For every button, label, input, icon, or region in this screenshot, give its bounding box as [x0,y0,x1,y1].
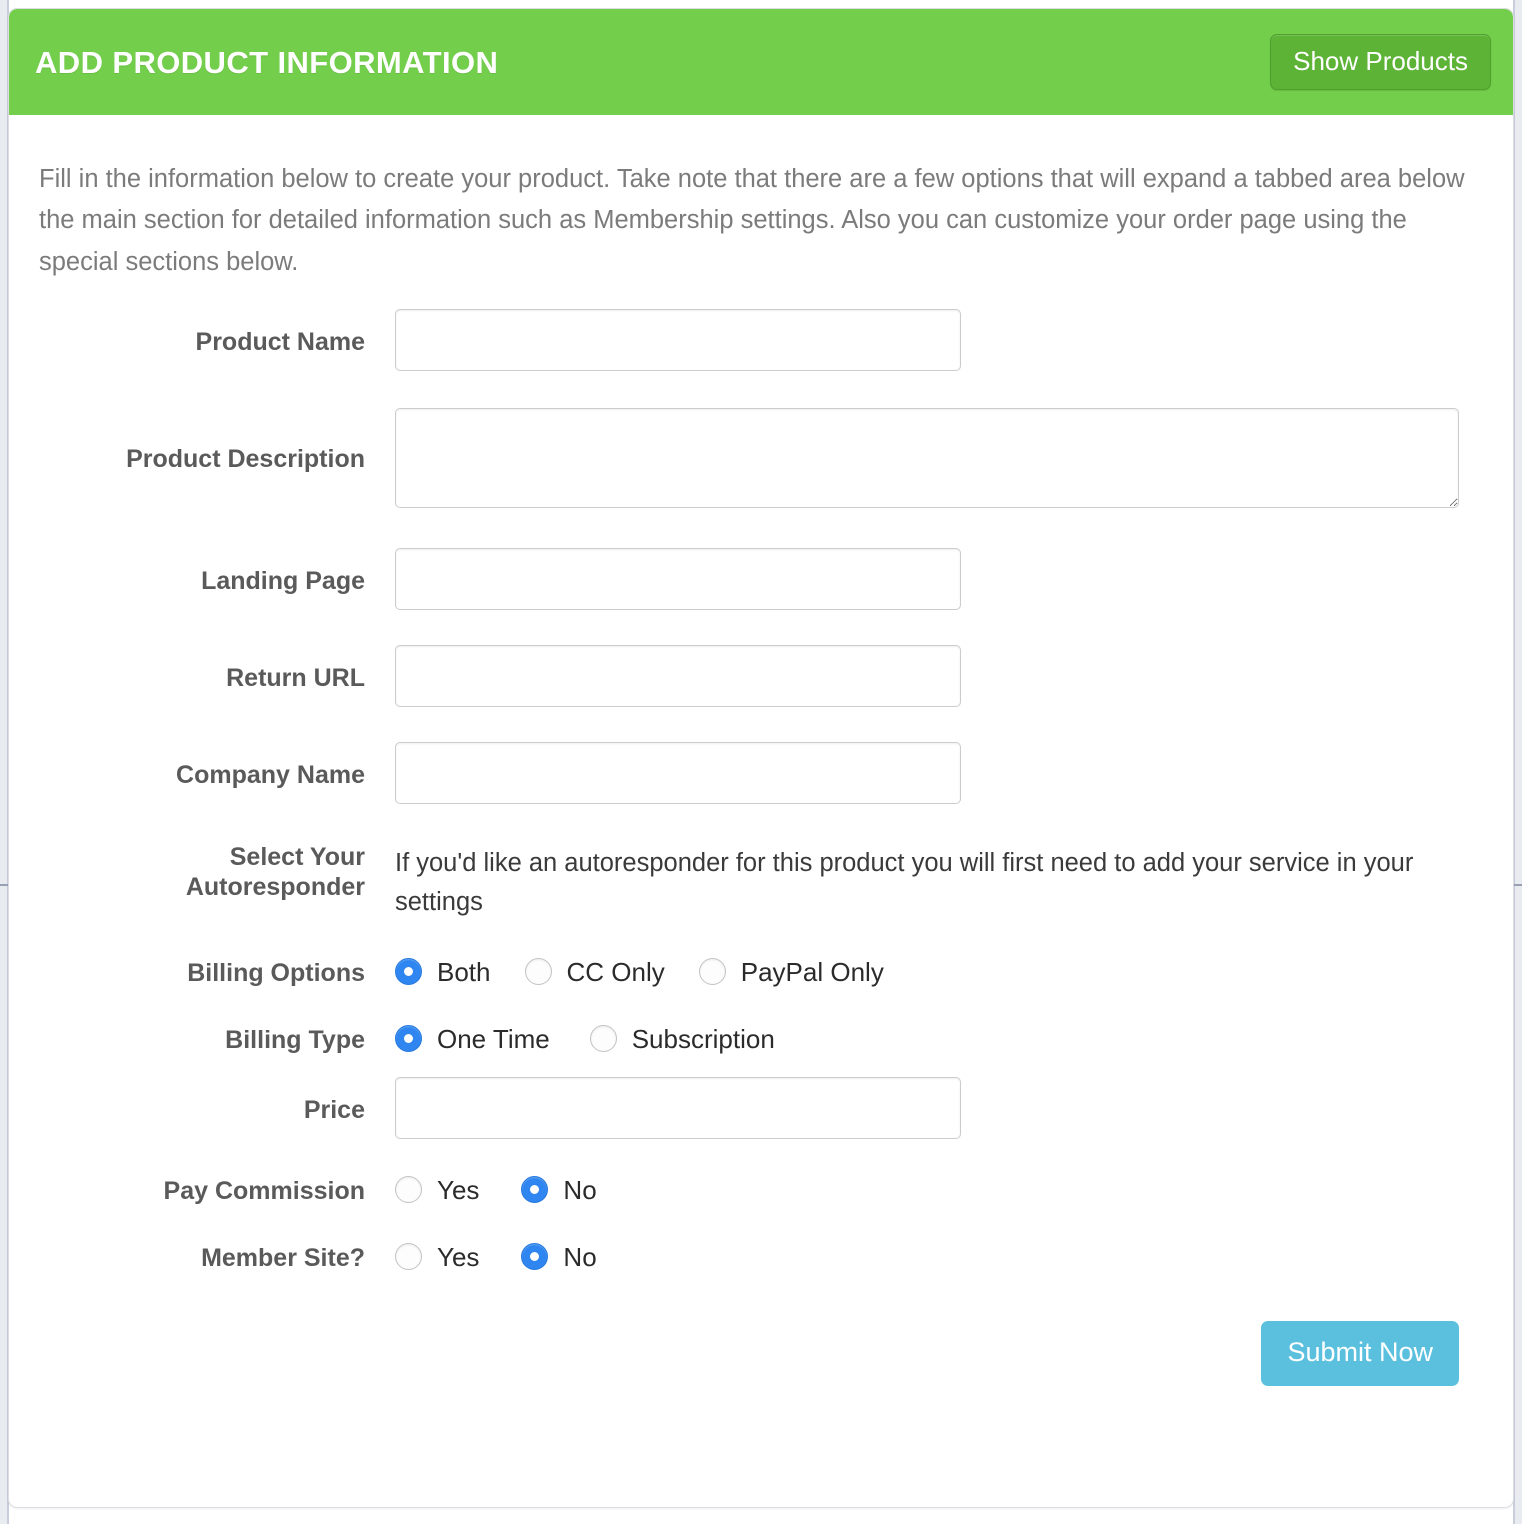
radio-dot-icon[interactable] [395,1176,422,1204]
product-name-input[interactable] [395,308,961,371]
form-row-pay-commission: Pay Commission Yes No [39,1174,1483,1206]
label-price: Price [303,1096,365,1125]
radio-dot-icon[interactable] [395,958,422,986]
radio-billing-type-subscription[interactable]: Subscription [589,1023,775,1054]
form-row-member-site: Member Site? Yes No [39,1241,1483,1273]
field-col-product-name [395,308,1483,371]
field-col-price [395,1077,1483,1140]
radio-member-site-yes[interactable]: Yes [395,1241,480,1272]
radio-billing-options-cc-only[interactable]: CC Only [524,956,665,987]
intro-paragraph: Fill in the information below to create … [39,165,1465,276]
radio-label: One Time [437,1023,550,1054]
label-billing-type: Billing Type [225,1026,365,1055]
field-col-landing-page [395,547,1483,610]
field-col-autoresponder: If you'd like an autoresponder for this … [395,842,1483,922]
label-autoresponder: Select Your Autoresponder [39,842,395,902]
panel-header: ADD PRODUCT INFORMATION Show Products [9,9,1513,115]
label-product-description: Product Description [126,444,365,473]
radio-pay-commission-yes[interactable]: Yes [395,1174,480,1205]
form-row-product-description: Product Description [39,407,1483,508]
label-billing-options: Billing Options [187,959,365,988]
form-row-price: Price [39,1077,1483,1140]
label-product-name: Product Name [195,327,365,356]
page-right-edge-tick [1513,884,1522,886]
label-member-site: Member Site? [201,1244,365,1273]
field-col-member-site: Yes No [395,1241,1483,1272]
radio-group-member-site: Yes No [395,1241,1483,1272]
label-autoresponder-line1: Select Your [229,842,365,871]
radio-member-site-no[interactable]: No [521,1241,597,1272]
radio-label: Yes [437,1174,480,1205]
radio-dot-icon[interactable] [589,1025,617,1053]
radio-dot-icon[interactable] [698,958,726,986]
radio-label: Subscription [631,1023,775,1054]
radio-dot-icon[interactable] [521,1176,549,1204]
submit-now-button[interactable]: Submit Now [1261,1321,1459,1387]
autoresponder-help-text: If you'd like an autoresponder for this … [395,848,1414,916]
radio-dot-icon[interactable] [395,1025,422,1053]
form-row-billing-options: Billing Options Both CC Only PayPal Only [39,956,1483,988]
field-col-product-description [395,407,1483,508]
form-row-billing-type: Billing Type One Time Subscription [39,1023,1483,1055]
radio-label: No [563,1241,597,1272]
radio-group-billing-options: Both CC Only PayPal Only [395,956,1483,987]
radio-billing-options-paypal-only[interactable]: PayPal Only [698,956,884,987]
form-row-autoresponder: Select Your Autoresponder If you'd like … [39,842,1483,922]
label-company-name: Company Name [176,760,365,789]
label-landing-page: Landing Page [201,566,365,595]
radio-dot-icon[interactable] [395,1243,422,1271]
radio-label: Yes [437,1241,480,1272]
radio-group-pay-commission: Yes No [395,1174,1483,1205]
submit-area: Submit Now [39,1273,1483,1387]
show-products-button[interactable]: Show Products [1270,34,1491,90]
radio-dot-icon[interactable] [521,1243,549,1271]
return-url-input[interactable] [395,644,961,707]
add-product-panel: ADD PRODUCT INFORMATION Show Products Fi… [8,8,1514,1508]
price-input[interactable] [395,1077,961,1140]
radio-label: PayPal Only [740,956,884,987]
landing-page-input[interactable] [395,547,961,610]
label-autoresponder-line2: Autoresponder [185,872,365,901]
label-pay-commission: Pay Commission [163,1177,365,1206]
form-row-product-name: Product Name [39,308,1483,371]
label-return-url: Return URL [226,663,365,692]
radio-dot-icon[interactable] [524,958,552,986]
panel-body: Fill in the information below to create … [9,115,1513,1387]
page-right-edge-strip [1513,0,1522,1524]
field-col-billing-options: Both CC Only PayPal Only [395,956,1483,987]
radio-label: CC Only [566,956,665,987]
form-row-landing-page: Landing Page [39,547,1483,610]
radio-billing-type-one-time[interactable]: One Time [395,1023,550,1054]
radio-billing-options-both[interactable]: Both [395,956,491,987]
field-col-billing-type: One Time Subscription [395,1023,1483,1054]
radio-label: Both [437,956,491,987]
radio-pay-commission-no[interactable]: No [521,1174,597,1205]
page-title: ADD PRODUCT INFORMATION [35,44,499,80]
product-description-textarea[interactable] [395,407,1459,508]
field-col-pay-commission: Yes No [395,1174,1483,1205]
radio-label: No [563,1174,597,1205]
field-col-company-name [395,741,1483,804]
field-col-return-url [395,644,1483,707]
radio-group-billing-type: One Time Subscription [395,1023,1483,1054]
company-name-input[interactable] [395,741,961,804]
form-row-company-name: Company Name [39,741,1483,804]
form-row-return-url: Return URL [39,644,1483,707]
